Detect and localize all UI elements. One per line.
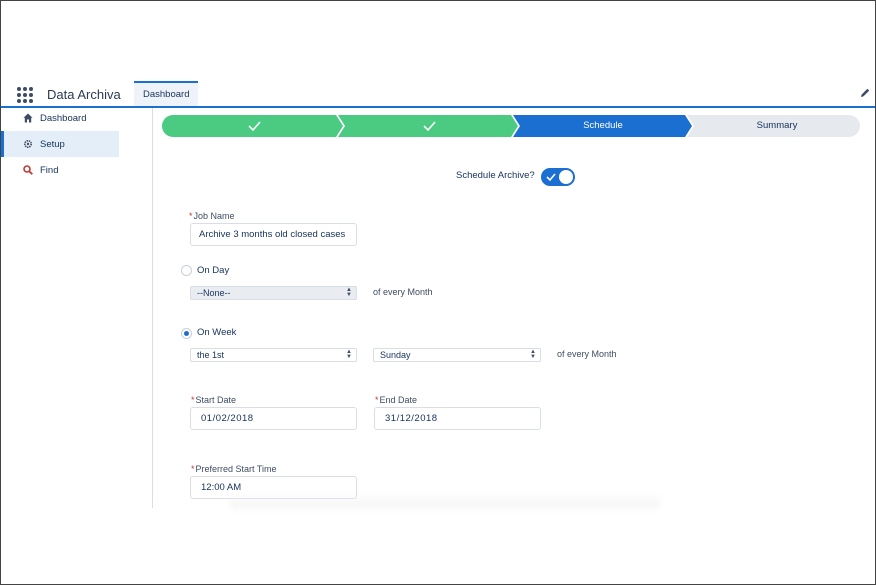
of-every-month-text: of every Month — [373, 287, 433, 297]
home-icon — [23, 113, 33, 123]
schedule-archive-label: Schedule Archive? — [456, 170, 535, 181]
on-day-label: On Day — [197, 265, 230, 276]
end-date-label: *End Date — [375, 395, 418, 405]
sidebar-item-setup[interactable]: Setup — [1, 131, 119, 157]
start-date-label: *Start Date — [191, 395, 237, 405]
sidebar-item-label: Find — [40, 164, 59, 176]
stage-1-shape — [162, 115, 343, 137]
stage-2-shape — [338, 115, 518, 137]
app-launcher-icon[interactable] — [17, 87, 33, 103]
stage-summary[interactable]: Summary — [694, 115, 860, 137]
search-icon — [23, 165, 33, 175]
select-arrows-icon: ▲ ▼ — [346, 287, 352, 298]
job-name-label: *Job Name — [189, 211, 235, 221]
of-every-month-text: of every Month — [557, 349, 617, 359]
tab-dashboard[interactable]: Dashboard — [134, 81, 199, 106]
app-header: Data Archiva Dashboard — [1, 80, 875, 108]
end-date-input[interactable]: 31/12/2018 — [374, 407, 541, 430]
sidebar-item-label: Dashboard — [40, 112, 87, 124]
day-select[interactable]: --None-- ▲ ▼ — [190, 286, 357, 300]
app-name: Data Archiva — [47, 87, 121, 102]
toggle-knob — [559, 170, 573, 184]
select-arrows-icon: ▲ ▼ — [346, 349, 352, 360]
on-week-label: On Week — [197, 327, 237, 338]
select-arrows-icon: ▲ ▼ — [530, 349, 536, 360]
sidebar-item-label: Setup — [40, 138, 65, 150]
week-select[interactable]: the 1st ▲ ▼ — [190, 348, 357, 362]
bottom-fade — [230, 492, 660, 508]
check-icon — [546, 173, 556, 182]
on-week-radio[interactable] — [181, 328, 192, 339]
pencil-icon[interactable] — [859, 87, 871, 99]
sidebar: Dashboard Setup Find — [1, 108, 153, 508]
weekday-select[interactable]: Sunday ▲ ▼ — [373, 348, 541, 362]
job-name-input[interactable]: Archive 3 months old closed cases — [190, 223, 357, 246]
stage-schedule[interactable]: Schedule — [520, 115, 686, 137]
gear-icon — [23, 139, 33, 149]
sidebar-item-find[interactable]: Find — [1, 157, 119, 183]
sidebar-item-dashboard[interactable]: Dashboard — [1, 105, 119, 131]
start-date-input[interactable]: 01/02/2018 — [190, 407, 357, 430]
schedule-archive-toggle[interactable] — [541, 168, 575, 186]
start-time-label: *Preferred Start Time — [191, 464, 277, 474]
on-day-radio[interactable] — [181, 265, 192, 276]
progress-path: Schedule Summary — [162, 115, 860, 137]
